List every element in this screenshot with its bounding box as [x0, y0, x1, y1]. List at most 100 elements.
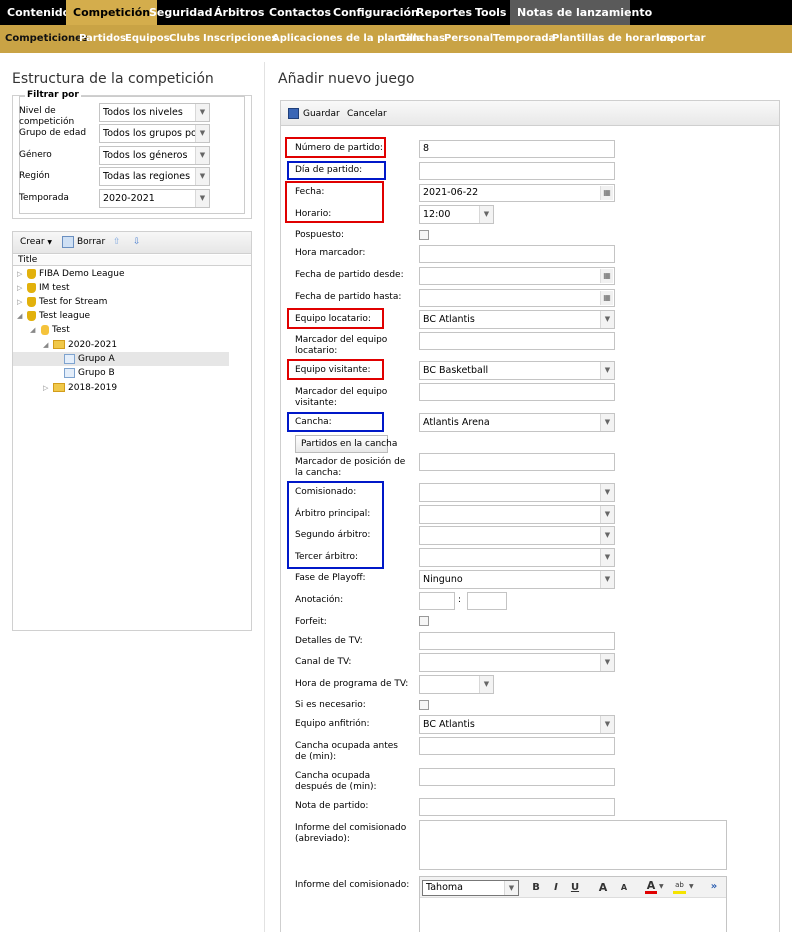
tree-item-test[interactable]: Test [41, 324, 70, 336]
input-fecha-desde[interactable]: ▦ [419, 267, 615, 285]
input-numero[interactable]: 8 [419, 140, 615, 158]
select-canal-tv[interactable]: ▼ [419, 653, 615, 672]
sub-nav: Competiciones Partidos Equipos Clubs Ins… [0, 25, 792, 53]
select-segundo-arbitro[interactable]: ▼ [419, 526, 615, 545]
input-marcador-visitante[interactable] [419, 383, 615, 401]
filter-label-nivel: Nivel de competición [19, 106, 75, 127]
label-hora-marcador: Hora marcador: [295, 248, 366, 258]
tree-item-test-league[interactable]: Test league [27, 310, 90, 322]
topnav-notas[interactable]: Notas de lanzamiento [510, 0, 652, 25]
input-fecha-hasta[interactable]: ▦ [419, 289, 615, 307]
tree-item-stream[interactable]: Test for Stream [27, 296, 107, 308]
bold-button[interactable]: B [530, 882, 542, 893]
select-horario[interactable]: 12:00 ▼ [419, 205, 494, 224]
subnav-personal[interactable]: Personal [444, 25, 493, 53]
chevron-down-icon: ▼ [47, 239, 53, 246]
tree-label-grupo-b: Grupo B [78, 368, 115, 378]
input-hora-marcador[interactable] [419, 245, 615, 263]
collapse-icon[interactable]: ◢ [43, 341, 48, 349]
highlight-color-icon[interactable]: ab [673, 880, 686, 894]
select-anfitrion[interactable]: BC Atlantis ▼ [419, 715, 615, 734]
select-comisionado[interactable]: ▼ [419, 483, 615, 502]
subnav-partidos[interactable]: Partidos [79, 25, 126, 53]
chevron-down-icon: ▼ [600, 362, 614, 379]
collapse-icon[interactable]: ◢ [17, 312, 22, 320]
filter-select-nivel[interactable]: Todos los niveles ▼ [99, 103, 210, 122]
checkbox-forfeit[interactable] [419, 616, 429, 626]
calendar-icon[interactable]: ▦ [600, 186, 613, 200]
create-button[interactable]: Crear ▼ [20, 237, 52, 248]
expand-icon[interactable]: ▷ [17, 270, 22, 278]
grow-font-button[interactable]: A [596, 881, 610, 894]
input-ocupada-despues[interactable] [419, 768, 615, 786]
calendar-icon[interactable]: ▦ [600, 269, 613, 283]
save-button[interactable]: Guardar [303, 109, 340, 120]
select-fase-playoff[interactable]: Ninguno ▼ [419, 570, 615, 589]
input-dia[interactable] [419, 162, 615, 180]
calendar-icon[interactable]: ▦ [600, 291, 613, 305]
subnav-clubs[interactable]: Clubs [169, 25, 200, 53]
subnav-importar[interactable]: Importar [656, 25, 706, 53]
select-visitante[interactable]: BC Basketball ▼ [419, 361, 615, 380]
subnav-plantillas[interactable]: Plantillas de horarios [552, 25, 672, 53]
chevron-down-icon: ▼ [195, 125, 209, 142]
more-tools-button[interactable]: » [708, 881, 720, 892]
input-nota[interactable] [419, 798, 615, 816]
chevron-down-icon[interactable]: ▼ [689, 883, 694, 890]
subnav-inscripciones[interactable]: Inscripciones [203, 25, 277, 53]
subnav-canchas[interactable]: Canchas [398, 25, 445, 53]
courts-games-button[interactable]: Partidos en la cancha [295, 435, 397, 453]
select-cancha[interactable]: Atlantis Arena ▼ [419, 413, 615, 432]
tree-item-grupo-a[interactable]: Grupo A [64, 353, 115, 365]
tree-label-test: Test [52, 325, 70, 335]
filter-select-genero[interactable]: Todos los géneros ▼ [99, 146, 210, 165]
delete-button[interactable]: Borrar [77, 237, 105, 248]
chevron-down-icon[interactable]: ▼ [659, 883, 664, 890]
select-hora-tv[interactable]: ▼ [419, 675, 494, 694]
input-marcador-posicion[interactable] [419, 453, 615, 471]
save-icon [288, 108, 299, 119]
filter-select-region[interactable]: Todas las regiones ▼ [99, 167, 210, 186]
shrink-font-button[interactable]: A [618, 883, 630, 892]
subnav-equipos[interactable]: Equipos [125, 25, 170, 53]
textarea-informe-abreviado[interactable] [419, 820, 727, 870]
input-marcador-local[interactable] [419, 332, 615, 350]
expand-icon[interactable]: ▷ [17, 284, 22, 292]
filter-value-nivel: Todos los niveles [103, 107, 183, 118]
select-tercer-arbitro[interactable]: ▼ [419, 548, 615, 567]
input-anotacion-visitante[interactable] [467, 592, 507, 610]
input-ocupada-antes[interactable] [419, 737, 615, 755]
arrow-down-icon[interactable]: ⇩ [133, 237, 141, 247]
font-value: Tahoma [426, 882, 463, 893]
filter-select-temporada[interactable]: 2020-2021 ▼ [99, 189, 210, 208]
tree-item-grupo-b[interactable]: Grupo B [64, 367, 115, 379]
select-local[interactable]: BC Atlantis ▼ [419, 310, 615, 329]
topnav-tools[interactable]: Tools [468, 0, 513, 25]
tree-item-im-test[interactable]: IM test [27, 282, 70, 294]
tree-header-title: Title [18, 255, 38, 265]
tree-item-season-2020[interactable]: 2020-2021 [53, 339, 117, 351]
tree-item-season-2018[interactable]: 2018-2019 [53, 382, 117, 394]
expand-icon[interactable]: ▷ [17, 298, 22, 306]
collapse-icon[interactable]: ◢ [30, 326, 35, 334]
select-arbitro-principal[interactable]: ▼ [419, 505, 615, 524]
font-select[interactable]: Tahoma ▼ [422, 880, 519, 896]
subnav-competiciones[interactable]: Competiciones [5, 25, 88, 53]
cancel-button[interactable]: Cancelar [347, 109, 387, 120]
font-color-icon[interactable]: A [645, 880, 657, 894]
tree-item-fiba[interactable]: FIBA Demo League [27, 268, 125, 280]
tree-header [13, 255, 251, 266]
italic-button[interactable]: I [550, 882, 562, 893]
top-nav: Contenido Competición Seguridad Árbitros… [0, 0, 792, 25]
input-fecha[interactable]: 2021-06-22 ▦ [419, 184, 615, 202]
expand-icon[interactable]: ▷ [43, 384, 48, 392]
filter-select-grupo[interactable]: Todos los grupos por ▼ [99, 124, 210, 143]
input-anotacion-local[interactable] [419, 592, 455, 610]
arrow-up-icon[interactable]: ⇧ [113, 237, 121, 247]
checkbox-pospuesto[interactable] [419, 230, 429, 240]
underline-button[interactable]: U [569, 882, 581, 893]
subnav-temporada[interactable]: Temporada [493, 25, 555, 53]
tree-label-stream: Test for Stream [39, 297, 108, 307]
input-detalles-tv[interactable] [419, 632, 615, 650]
checkbox-si-necesario[interactable] [419, 700, 429, 710]
